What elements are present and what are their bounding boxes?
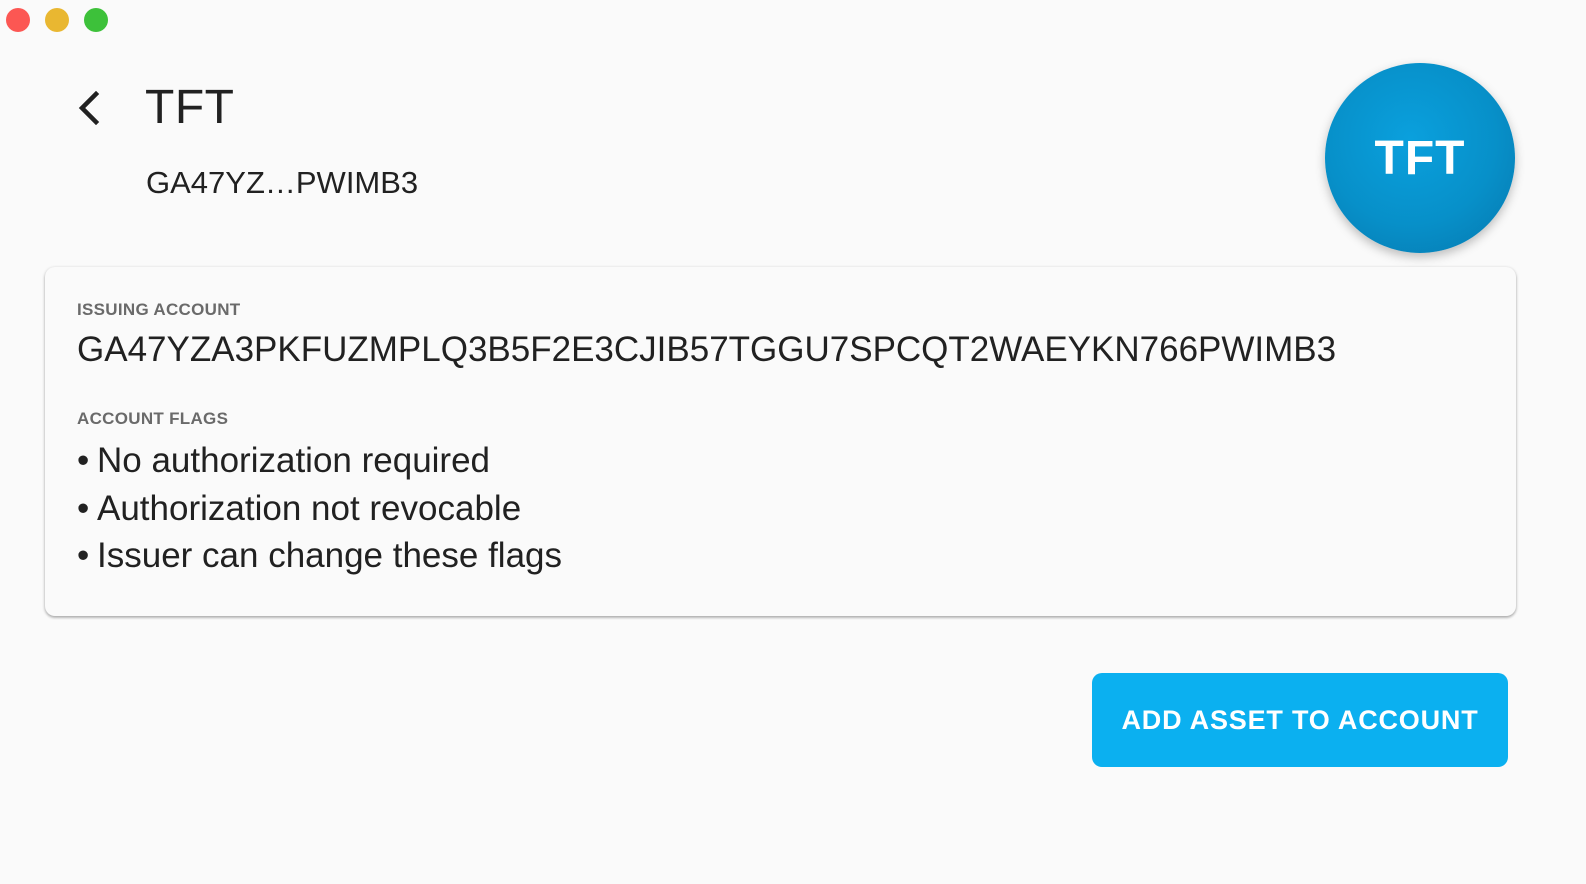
asset-logo: TFT: [1325, 63, 1515, 253]
account-flag-text: Authorization not revocable: [97, 488, 522, 528]
asset-issuer-short: GA47YZ…PWIMB3: [146, 165, 419, 200]
account-flag-item: • Authorization not revocable: [77, 485, 562, 533]
account-flag-text: Issuer can change these flags: [97, 536, 563, 575]
bullet-icon: •: [77, 488, 90, 528]
asset-logo-text: TFT: [1374, 131, 1466, 185]
account-flag-text: No authorization required: [97, 441, 491, 480]
window-close-button[interactable]: [6, 8, 30, 32]
window-controls: [6, 8, 108, 32]
back-button[interactable]: [66, 84, 112, 132]
window-minimize-button[interactable]: [45, 8, 69, 32]
account-flags-list: • No authorization required • Authorizatio…: [77, 437, 562, 580]
window-maximize-button[interactable]: [84, 8, 108, 32]
issuing-account-label: ISSUING ACCOUNT: [77, 300, 241, 319]
account-flags-label: ACCOUNT FLAGS: [77, 409, 229, 428]
asset-details-card: ISSUING ACCOUNT GA47YZA3PKFUZMPLQ3B5F2E3…: [45, 267, 1516, 616]
issuing-account-value: GA47YZA3PKFUZMPLQ3B5F2E3CJIB57TGGU7SPCQT…: [77, 330, 1337, 369]
add-asset-button[interactable]: ADD ASSET TO ACCOUNT: [1092, 673, 1508, 767]
chevron-left-icon: [78, 91, 100, 125]
bullet-icon: •: [77, 441, 90, 480]
account-flag-item: • Issuer can change these flags: [77, 532, 562, 580]
bullet-icon: •: [77, 536, 90, 575]
asset-title: TFT: [145, 81, 235, 134]
account-flag-item: • No authorization required: [77, 437, 562, 485]
